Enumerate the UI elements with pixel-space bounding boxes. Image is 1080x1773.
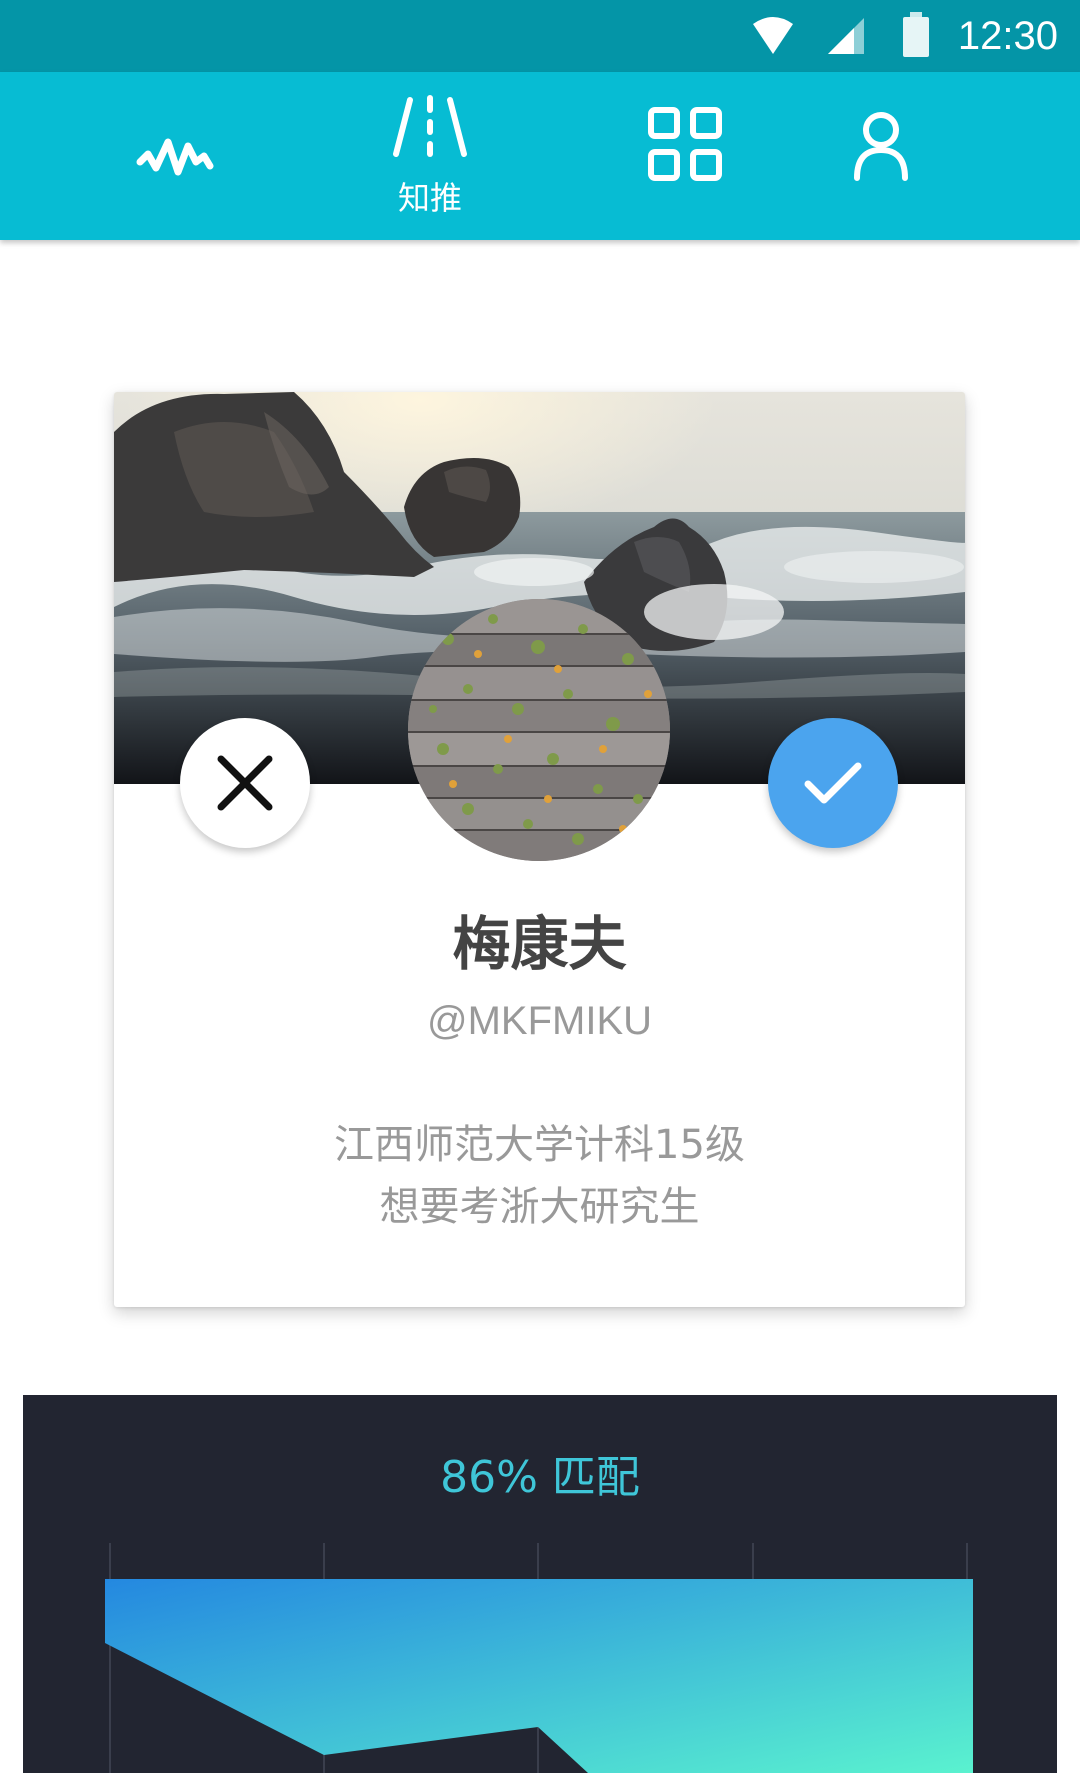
wifi-icon [753, 17, 793, 54]
tab-zhitui[interactable]: 知推 [330, 72, 530, 240]
avatar [408, 599, 670, 861]
battery-icon [903, 12, 929, 57]
status-bar: 12:30 [0, 0, 1080, 72]
pulse-icon [136, 138, 214, 176]
top-navigation: 知推 [0, 72, 1080, 240]
grid-icon [648, 107, 722, 181]
profile-bio-line: 想要考浙大研究生 [379, 1184, 700, 1230]
match-panel: 86% 匹配 [23, 1395, 1057, 1773]
reject-button[interactable] [180, 718, 310, 848]
close-icon [217, 755, 273, 811]
tab-apps[interactable] [585, 72, 785, 240]
cellular-signal-icon [828, 18, 864, 54]
match-chart [105, 1543, 973, 1773]
profile-card: 梅康夫 @MKFMIKU 江西师范大学计科15级 想要考浙大研究生 [114, 392, 965, 1307]
profile-bio-line: 江西师范大学计科15级 [334, 1122, 745, 1168]
tab-zhitui-label: 知推 [397, 179, 462, 217]
check-icon [804, 762, 862, 804]
person-icon [854, 112, 908, 181]
tab-activity[interactable] [74, 72, 274, 240]
tab-profile[interactable] [781, 72, 981, 240]
profile-name: 梅康夫 [452, 910, 627, 978]
profile-handle: @MKFMIKU [426, 999, 653, 1043]
status-time: 12:30 [957, 14, 1058, 58]
road-icon [393, 95, 467, 157]
accept-button[interactable] [768, 718, 898, 848]
